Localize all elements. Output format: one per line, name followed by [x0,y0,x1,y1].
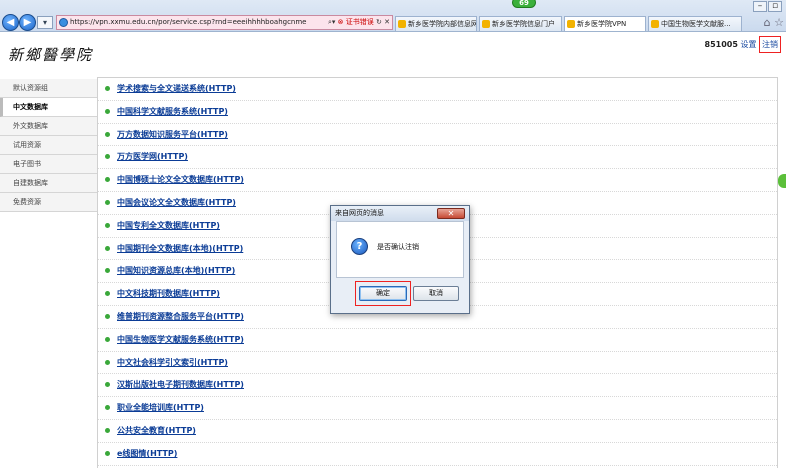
bullet-icon [105,108,110,114]
sidebar-item-trial[interactable]: 试用资源 [0,136,97,155]
page-menu-button[interactable]: ▾ [37,16,53,29]
list-item: 万方医学网(HTTP) [98,146,777,170]
resource-link[interactable]: 中国科学文献服务系统(HTTP) [117,107,228,116]
home-icon[interactable]: ⌂ [764,16,771,29]
list-item: 万方数据知识服务平台(HTTP) [98,124,777,147]
bullet-icon [105,222,110,228]
logout-link[interactable]: 注销 [759,36,781,53]
bullet-icon [105,382,110,388]
bullet-icon [105,154,110,160]
resource-link[interactable]: 中国生物医学文献服务系统(HTTP) [117,335,244,344]
resource-link[interactable]: 维普期刊资源整合服务平台(HTTP) [117,312,244,321]
sidebar-item-default[interactable]: 默认资源组 [0,79,97,98]
list-item: 中国科学文献服务系统(HTTP) [98,101,777,124]
question-icon: ? [351,238,368,255]
resource-link[interactable]: e线图情(HTTP) [117,449,177,458]
confirm-dialog: 来自网页的消息 ✕ ? 是否确认注销 确定 取消 [330,205,470,314]
sidebar-item-ebooks[interactable]: 电子图书 [0,155,97,174]
page-favicon-icon [567,20,575,28]
page-favicon-icon [651,20,659,28]
resource-link[interactable]: 万方数据知识服务平台(HTTP) [117,130,228,139]
notification-badge: 69 [512,0,536,8]
bullet-icon [105,177,110,183]
bullet-icon [105,245,110,251]
cert-error-icon[interactable]: ⊗ [338,18,344,26]
page-favicon-icon [398,20,406,28]
resource-link[interactable]: 公共安全教育(HTTP) [117,426,196,435]
resource-link[interactable]: 中文科技期刊数据库(HTTP) [117,289,220,298]
resource-link[interactable]: 学术搜索与全文递送系统(HTTP) [117,84,236,93]
address-bar[interactable]: https://vpn.xxmu.edu.cn/por/service.csp?… [56,15,393,30]
sidebar: 默认资源组 中文数据库 外文数据库 试用资源 电子图书 自建数据库 免费资源 [0,79,97,212]
sidebar-item-self-built[interactable]: 自建数据库 [0,174,97,193]
list-item: 中国博硕士论文全文数据库(HTTP) [98,169,777,192]
bullet-icon [105,427,110,433]
user-id: 851005 [704,40,738,49]
bullet-icon [105,313,110,319]
window-controls: – ▫ [752,1,782,12]
bullet-icon [105,199,110,205]
resource-link[interactable]: 万方医学网(HTTP) [117,152,188,161]
user-bar: 851005 设置 注销 [704,36,781,53]
browser-tab-2[interactable]: 新乡医学院信息门户 [479,16,562,31]
resource-link[interactable]: 中国专利全文数据库(HTTP) [117,221,220,230]
list-item: e线图情(HTTP) [98,443,777,466]
resource-link[interactable]: 中文社会科学引文索引(HTTP) [117,358,228,367]
sidebar-item-foreign-db[interactable]: 外文数据库 [0,117,97,136]
bullet-icon [105,405,110,411]
browser-tab-1[interactable]: 新乡医学院内部信息网 [395,16,477,31]
ie-icon [59,18,68,27]
list-item: 汉斯出版社电子期刊数据库(HTTP) [98,374,777,398]
list-item: 学术搜索与全文递送系统(HTTP) [98,78,777,101]
settings-link[interactable]: 设置 [740,40,756,49]
dialog-message: 是否确认注销 [377,243,419,251]
side-float-tab[interactable] [778,174,786,188]
resource-link[interactable]: 中国期刊全文数据库(本地)(HTTP) [117,244,243,253]
cancel-button[interactable]: 取消 [413,286,459,301]
maximize-button[interactable]: ▫ [768,1,782,12]
resource-link[interactable]: 中国会议论文全文数据库(HTTP) [117,198,236,207]
resource-link[interactable]: 中国知识资源总库(本地)(HTTP) [117,266,235,275]
stop-icon[interactable]: ✕ [384,18,390,26]
bullet-icon [105,86,110,91]
refresh-icon[interactable]: ↻ [376,18,382,26]
search-icon[interactable]: ⌕▾ [328,18,335,26]
resource-link[interactable]: 中国博硕士论文全文数据库(HTTP) [117,175,244,184]
url-text: https://vpn.xxmu.edu.cn/por/service.csp?… [70,18,307,26]
list-item: 中国生物医学文献服务系统(HTTP) [98,329,777,352]
browser-tab-3[interactable]: 新乡医学院VPN [564,16,646,31]
list-item: 公共安全教育(HTTP) [98,420,777,443]
school-logo: 新鄉醫學院 [8,46,94,64]
bullet-icon [105,336,110,342]
minimize-button[interactable]: – [753,1,767,12]
browser-toolbar: 69 – ▫ ◀ ▶ ▾ https://vpn.xxmu.edu.cn/por/… [0,0,786,32]
bullet-icon [105,359,110,365]
page-favicon-icon [482,20,490,28]
bullet-icon [105,268,110,274]
close-button[interactable]: ✕ [437,208,465,219]
resource-link[interactable]: 汉斯出版社电子期刊数据库(HTTP) [117,380,244,389]
list-item: 职业全能培训库(HTTP) [98,397,777,420]
back-button[interactable]: ◀ [2,14,19,31]
favorites-icon[interactable]: ☆ [774,16,784,29]
cert-error-label[interactable]: 证书错误 [346,18,374,26]
sidebar-item-free[interactable]: 免费资源 [0,193,97,212]
resource-link[interactable]: 职业全能培训库(HTTP) [117,403,204,412]
forward-button[interactable]: ▶ [19,14,36,31]
ok-button[interactable]: 确定 [359,286,407,301]
list-item: 中文社会科学引文索引(HTTP) [98,352,777,375]
browser-tab-4[interactable]: 中国生物医学文献服... [648,16,742,31]
bullet-icon [105,450,110,456]
dialog-button-bar: 确定 取消 [331,278,469,313]
bullet-icon [105,291,110,297]
dialog-body: ? 是否确认注销 [336,221,464,278]
bullet-icon [105,131,110,137]
sidebar-item-chinese-db[interactable]: 中文数据库 [0,98,97,117]
